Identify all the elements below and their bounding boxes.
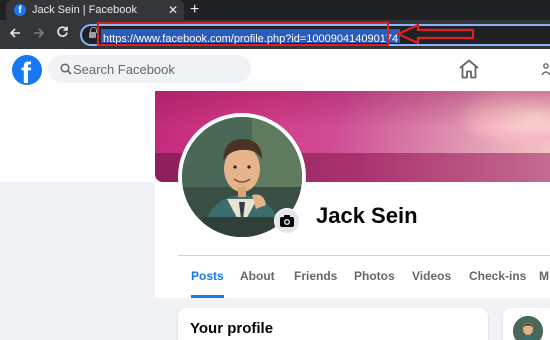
- tab-friends[interactable]: Friends: [294, 256, 337, 298]
- lock-icon[interactable]: [89, 27, 97, 38]
- new-tab-button[interactable]: +: [190, 1, 199, 19]
- tab-title: Jack Sein | Facebook: [32, 4, 137, 16]
- facebook-logo[interactable]: f: [12, 55, 42, 85]
- home-icon[interactable]: [458, 59, 480, 79]
- card-title: Your profile: [190, 320, 274, 337]
- mini-avatar[interactable]: [513, 316, 543, 340]
- left-gutter: [0, 91, 155, 182]
- facebook-logo-letter: f: [21, 57, 31, 85]
- tab-videos[interactable]: Videos: [412, 256, 451, 298]
- facebook-favicon-icon: f: [14, 4, 26, 16]
- tab-photos[interactable]: Photos: [354, 256, 395, 298]
- camera-button[interactable]: [274, 208, 300, 234]
- annotation-arrow-icon: [396, 24, 475, 44]
- forward-arrow-icon[interactable]: [33, 26, 45, 42]
- tab-more[interactable]: M: [539, 256, 549, 298]
- tab-posts[interactable]: Posts: [191, 256, 224, 298]
- annotation-highlight-box: [97, 22, 389, 46]
- back-arrow-icon[interactable]: [9, 26, 21, 42]
- tab-about[interactable]: About: [240, 256, 275, 298]
- groups-icon[interactable]: [540, 63, 550, 77]
- side-card: [503, 308, 550, 340]
- search-icon: [60, 63, 72, 75]
- tab-check-ins[interactable]: Check-ins: [469, 256, 526, 298]
- reload-icon[interactable]: [56, 25, 69, 42]
- browser-tab[interactable]: f Jack Sein | Facebook ✕: [6, 0, 184, 20]
- close-tab-icon[interactable]: ✕: [168, 3, 178, 17]
- facebook-header: f: [0, 49, 550, 91]
- camera-icon: [280, 215, 294, 227]
- search-input[interactable]: [72, 55, 242, 83]
- profile-tabs: Posts About Friends Photos Videos Check-…: [178, 256, 550, 298]
- search-box[interactable]: [48, 55, 251, 83]
- your-profile-card: Your profile: [178, 308, 488, 340]
- browser-tab-strip: f Jack Sein | Facebook ✕ +: [0, 0, 550, 20]
- profile-name: Jack Sein: [316, 203, 418, 228]
